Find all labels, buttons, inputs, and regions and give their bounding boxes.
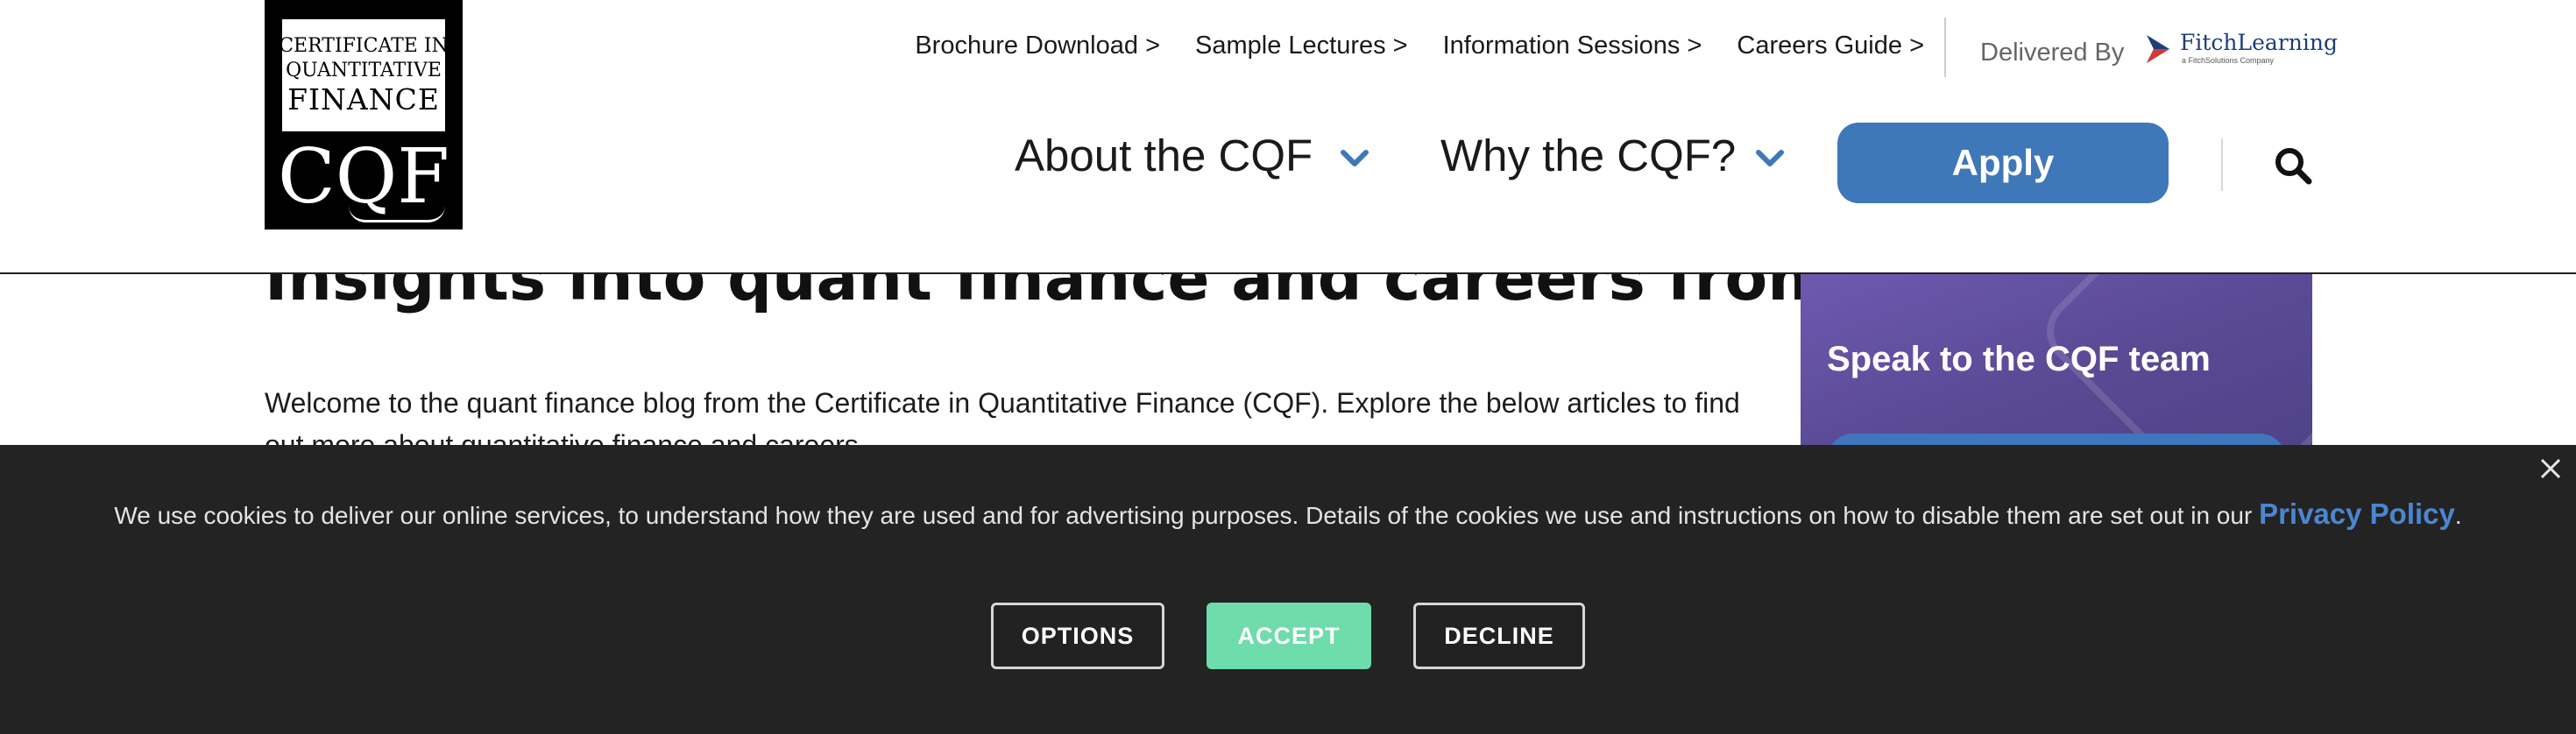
contact-card-title: Speak to the CQF team xyxy=(1827,340,2211,378)
chevron-down-icon[interactable] xyxy=(1755,149,1785,168)
logo-line-3: FINANCE xyxy=(287,82,440,116)
apply-button[interactable]: Apply xyxy=(1837,123,2169,203)
cookie-options-button[interactable]: OPTIONS xyxy=(991,603,1164,669)
sample-lectures-link[interactable]: Sample Lectures > xyxy=(1195,32,1408,60)
delivered-by-label: Delivered By xyxy=(1980,39,2125,67)
cookie-accept-button[interactable]: ACCEPT xyxy=(1207,603,1371,669)
logo-text-box: CERTIFICATE IN QUANTITATIVE FINANCE xyxy=(279,19,449,131)
nav-about-cqf[interactable]: About the CQF xyxy=(1015,130,1313,181)
fitch-logo-name: FitchLearning xyxy=(2180,30,2338,55)
cookie-decline-button[interactable]: DECLINE xyxy=(1413,603,1585,669)
privacy-policy-link[interactable]: Privacy Policy xyxy=(2259,498,2455,530)
nav-why-cqf[interactable]: Why the CQF? xyxy=(1440,130,1736,181)
chevron-down-icon[interactable] xyxy=(1340,149,1369,168)
fitch-learning-logo[interactable]: FitchLearning a FitchSolutions Company xyxy=(2145,30,2338,70)
cookie-message-text: We use cookies to deliver our online ser… xyxy=(114,502,2253,529)
careers-guide-link[interactable]: Careers Guide > xyxy=(1737,32,1924,60)
contact-card: Speak to the CQF team xyxy=(1801,263,2312,447)
nav-why-cqf-label: Why the CQF? xyxy=(1440,131,1737,180)
utility-nav: Brochure Download > Sample Lectures > In… xyxy=(915,32,1924,60)
search-icon[interactable] xyxy=(2274,146,2312,185)
header-divider xyxy=(1944,18,1946,77)
cookie-message-suffix: . xyxy=(2454,502,2462,529)
nav-about-cqf-label: About the CQF xyxy=(1015,131,1313,180)
close-icon[interactable] xyxy=(2539,457,2562,480)
site-header: CERTIFICATE IN QUANTITATIVE FINANCE CQF … xyxy=(0,0,2576,274)
search-divider xyxy=(2221,138,2223,191)
fitch-mark-icon xyxy=(2147,35,2169,63)
logo-line-1: CERTIFICATE IN xyxy=(279,35,449,57)
brochure-download-link[interactable]: Brochure Download > xyxy=(915,32,1160,60)
cqf-logo[interactable]: CERTIFICATE IN QUANTITATIVE FINANCE CQF xyxy=(265,0,463,229)
information-sessions-link[interactable]: Information Sessions > xyxy=(1443,32,1702,60)
fitch-logo-tagline: a FitchSolutions Company xyxy=(2182,56,2275,65)
cookie-message: We use cookies to deliver our online ser… xyxy=(0,497,2576,533)
cookie-banner xyxy=(0,445,2576,734)
logo-line-2: QUANTITATIVE xyxy=(286,60,442,81)
logo-swoosh xyxy=(349,206,445,222)
